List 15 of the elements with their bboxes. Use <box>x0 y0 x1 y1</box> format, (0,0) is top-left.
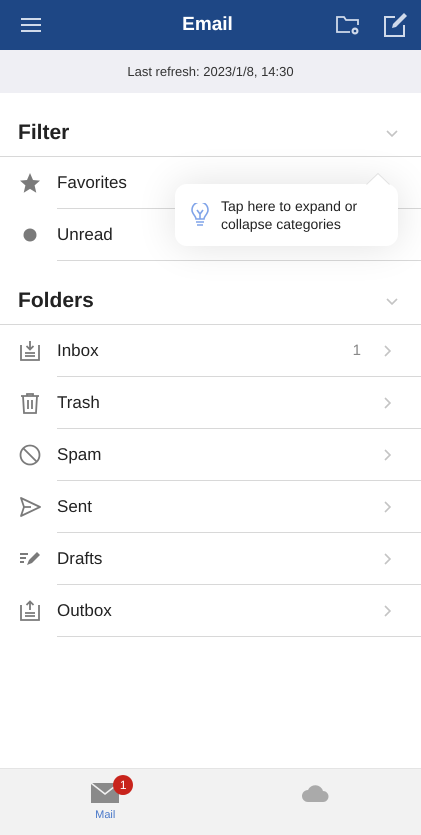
refresh-text: Last refresh: 2023/1/8, 14:30 <box>127 64 294 79</box>
item-label: Trash <box>57 392 100 412</box>
item-count: 1 <box>352 342 361 359</box>
section-title: Folders <box>18 288 94 312</box>
item-label: Spam <box>57 444 102 464</box>
item-label: Favorites <box>57 172 127 192</box>
unread-badge: 1 <box>113 775 134 795</box>
item-label: Sent <box>57 496 92 516</box>
screen-title: Email <box>181 14 234 36</box>
item-label: Inbox <box>57 340 99 360</box>
section-title: Filter <box>18 120 70 144</box>
item-label: Outbox <box>57 600 112 620</box>
tooltip-text: Tap here to expand or collapse categories <box>221 197 358 233</box>
item-label: Unread <box>57 224 113 244</box>
item-label: Drafts <box>57 548 102 568</box>
